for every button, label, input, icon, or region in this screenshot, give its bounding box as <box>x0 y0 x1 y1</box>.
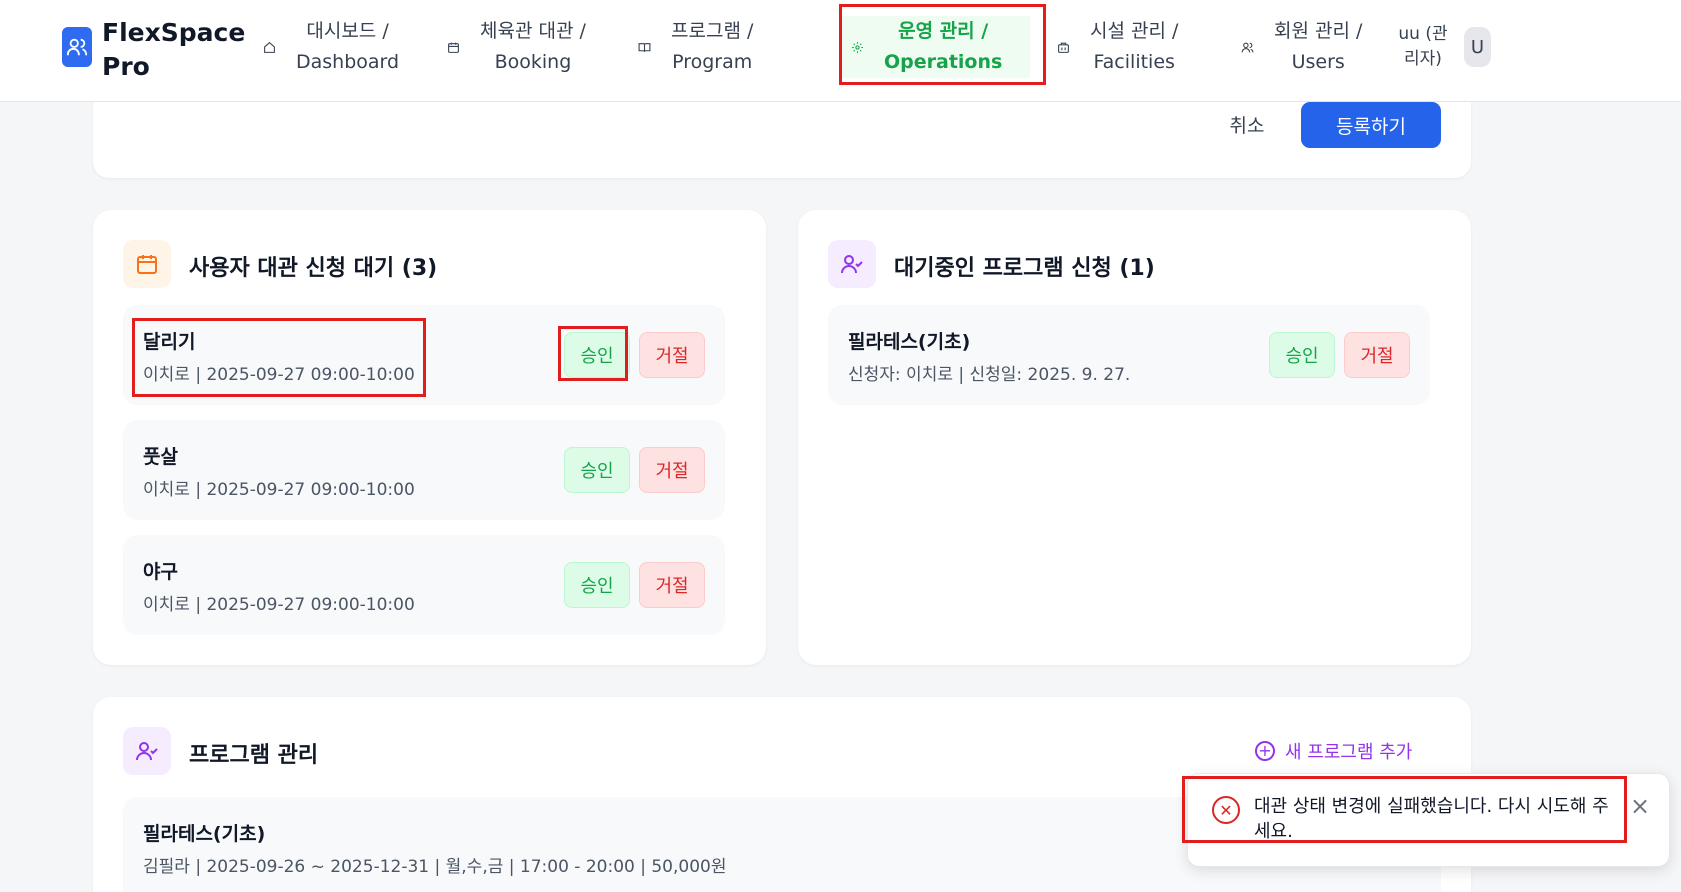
nav-users[interactable]: 회원 관리 / Users <box>1240 16 1380 78</box>
nav-dashboard[interactable]: 대시보드 / Dashboard <box>262 16 412 78</box>
program-requests-card: 대기중인 프로그램 신청 (1) 필라테스(기초) 신청자: 이치로 | 신청일… <box>798 210 1471 665</box>
cancel-button[interactable]: 취소 <box>1212 104 1282 144</box>
home-icon <box>262 40 276 54</box>
program-title: 필라테스(기초) <box>143 823 266 845</box>
error-toast: ✕ 대관 상태 변경에 실패했습니다. 다시 시도해 주세요. × <box>1187 773 1670 867</box>
user-check-icon <box>123 727 171 775</box>
approve-button[interactable]: 승인 <box>1269 332 1335 378</box>
booking-title: 달리기 <box>143 331 196 353</box>
reject-button[interactable]: 거절 <box>639 447 705 493</box>
close-icon[interactable]: × <box>1626 792 1654 820</box>
program-requests-title: 대기중인 프로그램 신청 (1) <box>894 256 1155 281</box>
users-icon <box>1240 40 1254 54</box>
booking-details: 이치로 | 2025-09-27 09:00-10:00 <box>143 480 415 500</box>
list-item: 달리기 이치로 | 2025-09-27 09:00-10:00 승인 거절 <box>123 305 725 405</box>
book-icon <box>637 40 651 54</box>
booking-title: 야구 <box>143 561 178 583</box>
nav-program-label: 프로그램 / Program <box>671 20 754 73</box>
list-item: 야구 이치로 | 2025-09-27 09:00-10:00 승인 거절 <box>123 535 725 635</box>
toast-message: 대관 상태 변경에 실패했습니다. 다시 시도해 주세요. <box>1254 796 1609 842</box>
add-program-button[interactable]: + 새 프로그램 추가 <box>1255 738 1412 764</box>
calendar-icon <box>446 40 460 54</box>
calendar-icon <box>123 240 171 288</box>
add-program-label: 새 프로그램 추가 <box>1285 742 1413 763</box>
reject-button[interactable]: 거절 <box>639 562 705 608</box>
nav-booking-label: 체육관 대관 / Booking <box>480 20 586 73</box>
logo-users-icon[interactable] <box>62 27 92 67</box>
list-item: 풋살 이치로 | 2025-09-27 09:00-10:00 승인 거절 <box>123 420 725 520</box>
plus-circle-icon: + <box>1255 741 1275 761</box>
gear-icon <box>850 40 864 54</box>
nav-operations-label: 운영 관리 / Operations <box>884 20 1003 73</box>
nav-dashboard-label: 대시보드 / Dashboard <box>296 20 400 73</box>
nav-booking[interactable]: 체육관 대관 / Booking <box>446 16 606 78</box>
booking-requests-title: 사용자 대관 신청 대기 (3) <box>189 256 438 281</box>
nav-program[interactable]: 프로그램 / Program <box>637 16 787 78</box>
nav-facilities[interactable]: 시설 관리 / Facilities <box>1056 16 1206 78</box>
booking-requests-card: 사용자 대관 신청 대기 (3) 달리기 이치로 | 2025-09-27 09… <box>93 210 766 665</box>
booking-details: 이치로 | 2025-09-27 09:00-10:00 <box>143 365 415 385</box>
reject-button[interactable]: 거절 <box>639 332 705 378</box>
user-name[interactable]: uu (관리자) <box>1393 22 1453 72</box>
avatar[interactable]: U <box>1464 27 1491 67</box>
nav-facilities-label: 시설 관리 / Facilities <box>1090 20 1179 73</box>
booking-details: 이치로 | 2025-09-27 09:00-10:00 <box>143 595 415 615</box>
program-details: 김필라 | 2025-09-26 ~ 2025-12-31 | 월,수,금 | … <box>143 857 727 877</box>
program-management-title: 프로그램 관리 <box>189 743 319 768</box>
program-request-details: 신청자: 이치로 | 신청일: 2025. 9. 27. <box>848 365 1131 385</box>
error-x-circle-icon: ✕ <box>1212 796 1240 824</box>
submit-button[interactable]: 등록하기 <box>1301 102 1441 148</box>
user-check-icon <box>828 240 876 288</box>
nav-users-label: 회원 관리 / Users <box>1274 20 1363 73</box>
booking-title: 풋살 <box>143 446 178 468</box>
approve-button[interactable]: 승인 <box>564 447 630 493</box>
approve-button[interactable]: 승인 <box>564 562 630 608</box>
nav-operations[interactable]: 운영 관리 / Operations <box>842 16 1030 78</box>
program-request-title: 필라테스(기초) <box>848 331 971 353</box>
top-navbar: FlexSpace Pro 대시보드 / Dashboard 체육관 대관 / … <box>0 0 1681 102</box>
building-icon <box>1056 40 1070 54</box>
list-item: 필라테스(기초) 신청자: 이치로 | 신청일: 2025. 9. 27. 승인… <box>828 305 1430 405</box>
brand-name[interactable]: FlexSpace Pro <box>102 16 245 84</box>
approve-button[interactable]: 승인 <box>564 332 630 378</box>
reject-button[interactable]: 거절 <box>1344 332 1410 378</box>
